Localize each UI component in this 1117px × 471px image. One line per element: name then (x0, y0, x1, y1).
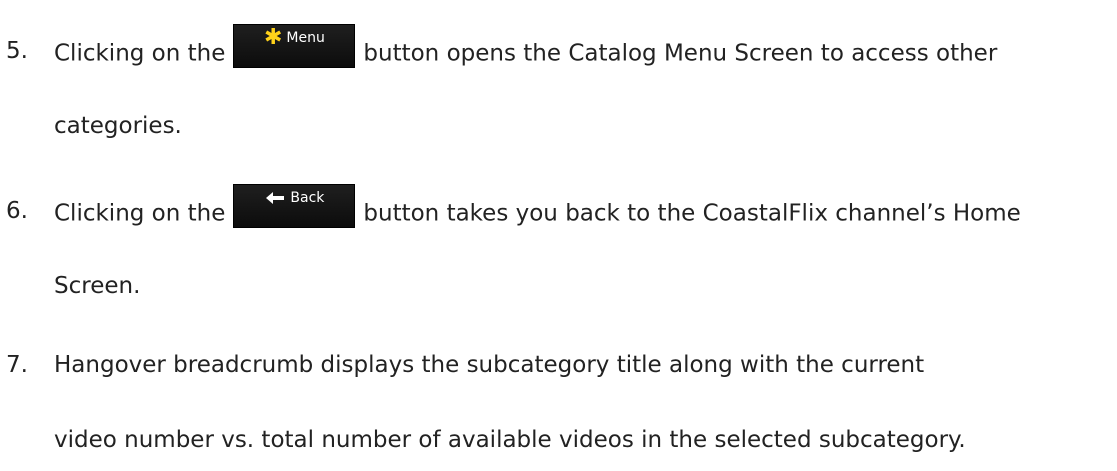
item-text: Clicking on the Back button takes you back… (54, 184, 1021, 232)
menu-button-label: Menu (286, 30, 325, 46)
item-text-after-button: button takes you back to the CoastalFlix… (363, 200, 1021, 227)
item-text-before-button: Clicking on the (54, 200, 226, 227)
item-text-before-button: Clicking on the (54, 40, 226, 67)
item-text-continuation: video number vs. total number of availab… (54, 427, 966, 453)
back-button[interactable]: Back (233, 184, 356, 228)
item-number: 6. (6, 198, 28, 224)
star-icon: ✱ (263, 25, 283, 50)
item-text: Clicking on the ✱ Menu button opens the Cat… (54, 24, 998, 72)
item-text-continuation: Screen. (54, 273, 141, 299)
menu-button[interactable]: ✱ Menu (233, 24, 356, 68)
item-text-after-button: button opens the Catalog Menu Screen to … (363, 40, 998, 67)
item-text-continuation: categories. (54, 113, 182, 139)
back-button-label: Back (290, 190, 325, 206)
item-number: 5. (6, 38, 28, 64)
item-number: 7. (6, 352, 28, 378)
arrow-left-icon (264, 190, 286, 206)
item-text: Hangover breadcrumb displays the subcate… (54, 352, 925, 378)
